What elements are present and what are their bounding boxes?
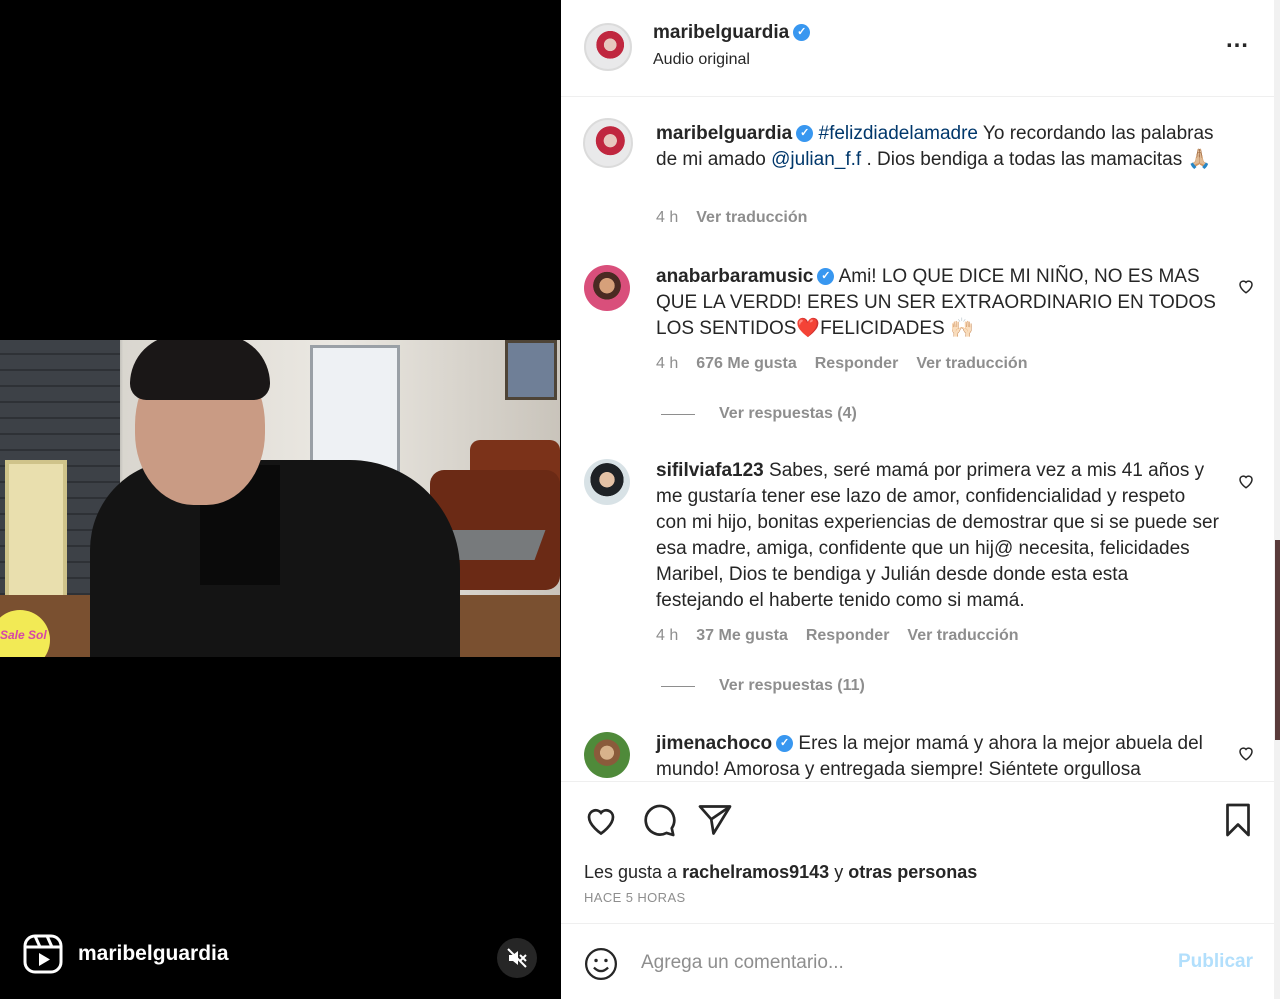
caption-body-2: . Dios bendiga a todas las mamacitas 🙏🏼: [861, 149, 1212, 170]
comment-likes-count[interactable]: 37 Me gusta: [696, 627, 788, 645]
speaker-muted-icon: [507, 948, 527, 968]
view-replies-label: Ver respuestas (4): [719, 405, 857, 422]
caption-translate-link[interactable]: Ver traducción: [696, 209, 807, 227]
likes-prefix: Les gusta a: [584, 862, 683, 882]
post-header: maribelguardia ✓ Audio original …: [561, 0, 1274, 97]
comment-avatar[interactable]: [584, 732, 630, 778]
view-replies-button[interactable]: Ver respuestas (4): [661, 405, 857, 423]
comment-icon[interactable]: [641, 802, 677, 838]
heart-icon[interactable]: [583, 802, 619, 838]
hashtag-link[interactable]: #felizdiadelamadre: [819, 123, 979, 144]
caption-username[interactable]: maribelguardia: [656, 123, 792, 144]
video-person-hair: [130, 340, 270, 400]
comment-like-heart-icon[interactable]: [1237, 744, 1255, 762]
emoji-icon[interactable]: [584, 947, 618, 981]
view-replies-label: Ver respuestas (11): [719, 677, 865, 694]
video-window: [310, 345, 400, 475]
author-avatar[interactable]: [584, 23, 632, 71]
comment-text: anabarbaramusic ✓ Ami! LO QUE DICE MI NIÑ…: [656, 264, 1221, 342]
comment-body: Sabes, seré mamá por primera vez a mis 4…: [656, 460, 1219, 611]
reel-username[interactable]: maribelguardia: [78, 942, 229, 966]
comments-list[interactable]: maribelguardia ✓ #felizdiadelamadre Yo re…: [561, 98, 1274, 780]
post-timestamp[interactable]: HACE 5 HORAS: [584, 890, 686, 905]
audio-link[interactable]: Audio original: [653, 51, 750, 69]
reel-footer[interactable]: maribelguardia: [22, 932, 229, 976]
comment-meta: 4 h 676 Me gusta Responder Ver traducció…: [656, 355, 1045, 373]
comment-like-heart-icon[interactable]: [1237, 472, 1255, 490]
reply-button[interactable]: Responder: [806, 627, 890, 645]
video-wall-picture: [505, 340, 557, 400]
tv-show-logo-text: Sale Sol: [0, 628, 47, 642]
reels-icon[interactable]: [22, 933, 64, 975]
comment-item: jimenachoco ✓ Eres la mejor mamá y ahora …: [561, 728, 1274, 780]
caption: maribelguardia ✓ #felizdiadelamadre Yo re…: [561, 98, 1274, 238]
likes-mid: y: [829, 862, 849, 882]
comment-likes-count[interactable]: 676 Me gusta: [696, 355, 796, 373]
post-actions: Les gusta a rachelramos9143 y otras pers…: [561, 781, 1274, 924]
comment-composer: Publicar: [561, 925, 1274, 999]
comment-username[interactable]: anabarbaramusic: [656, 266, 813, 287]
replies-divider: [661, 413, 695, 415]
background-edge: [1275, 540, 1280, 740]
caption-time: 4 h: [656, 209, 679, 226]
comment-item: anabarbaramusic ✓ Ami! LO QUE DICE MI NIÑ…: [561, 258, 1274, 433]
comment-text: jimenachoco ✓ Eres la mejor mamá y ahora …: [656, 731, 1221, 780]
publish-button[interactable]: Publicar: [1178, 951, 1253, 973]
likes-user-link[interactable]: rachelramos9143: [682, 862, 829, 882]
comment-text: sifilviafa123 Sabes, seré mamá por prime…: [656, 458, 1221, 614]
reply-button[interactable]: Responder: [815, 355, 899, 373]
mention-link[interactable]: @julian_f.f: [771, 149, 861, 170]
likes-others-link[interactable]: otras personas: [848, 862, 977, 882]
comment-input[interactable]: [641, 945, 1161, 981]
verified-badge-icon: ✓: [817, 268, 835, 286]
caption-avatar[interactable]: [583, 118, 633, 168]
comment-time: 4 h: [656, 355, 679, 372]
likes-summary: Les gusta a rachelramos9143 y otras pers…: [584, 862, 977, 883]
comment-meta: 4 h 37 Me gusta Responder Ver traducción: [656, 627, 1037, 645]
replies-divider: [661, 685, 695, 687]
post-side-panel: maribelguardia ✓ Audio original … maribel…: [561, 0, 1280, 999]
comment-username[interactable]: sifilviafa123: [656, 460, 764, 481]
verified-badge-icon: ✓: [793, 24, 811, 42]
view-replies-button[interactable]: Ver respuestas (11): [661, 677, 865, 695]
mute-button[interactable]: [497, 938, 537, 978]
caption-text: maribelguardia ✓ #felizdiadelamadre Yo re…: [656, 121, 1221, 173]
comment-avatar[interactable]: [584, 265, 630, 311]
page-scrollbar[interactable]: [1274, 0, 1280, 999]
comment-item: sifilviafa123 Sabes, seré mamá por prime…: [561, 453, 1274, 703]
translate-link[interactable]: Ver traducción: [916, 355, 1027, 373]
verified-badge-icon: ✓: [796, 125, 814, 143]
caption-meta: 4 h Ver traducción: [656, 209, 825, 227]
more-options-icon[interactable]: …: [1225, 28, 1249, 59]
author-username-row: maribelguardia ✓: [653, 22, 811, 44]
comment-like-heart-icon[interactable]: [1237, 277, 1255, 295]
reel-video[interactable]: Sale Sol: [0, 340, 560, 657]
paper-plane-icon[interactable]: [697, 802, 733, 838]
reel-video-pane[interactable]: Sale Sol maribelguardia: [0, 0, 560, 999]
comment-username[interactable]: jimenachoco: [656, 733, 772, 754]
comment-time: 4 h: [656, 627, 679, 644]
comment-avatar[interactable]: [584, 459, 630, 505]
verified-badge-icon: ✓: [776, 735, 794, 753]
bookmark-icon[interactable]: [1220, 802, 1256, 838]
translate-link[interactable]: Ver traducción: [907, 627, 1018, 645]
author-username[interactable]: maribelguardia: [653, 22, 789, 43]
